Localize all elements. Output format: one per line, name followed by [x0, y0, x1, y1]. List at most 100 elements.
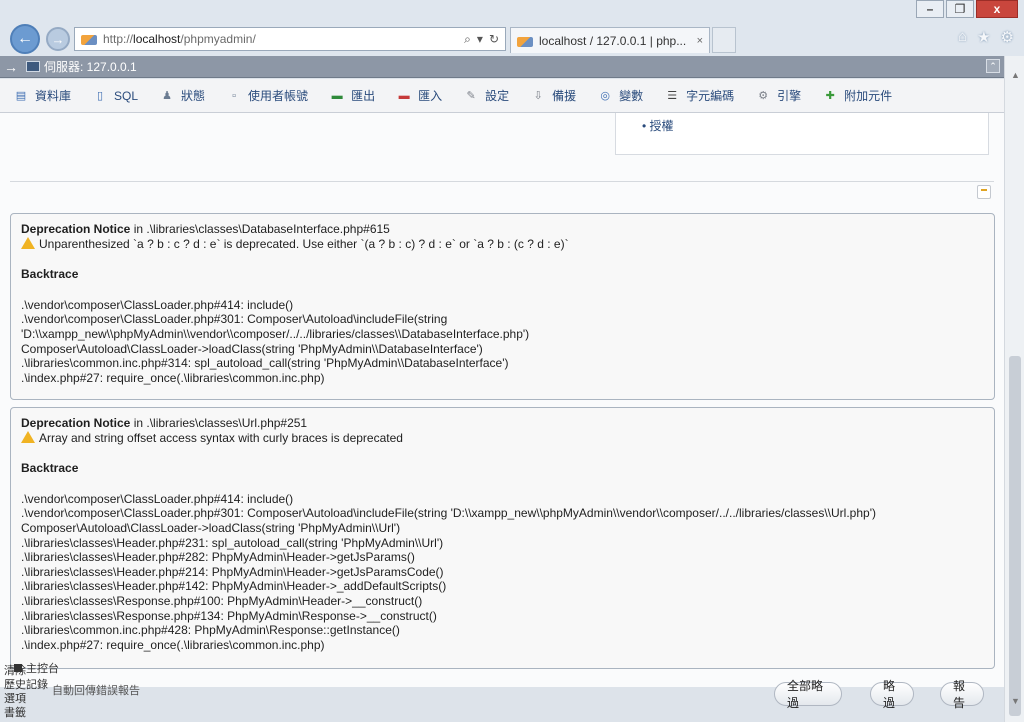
- refresh-icon[interactable]: ↻: [489, 32, 499, 47]
- status-icon: ♟: [162, 90, 172, 102]
- scrollbar-thumb[interactable]: [1009, 356, 1021, 716]
- menu-charsets[interactable]: ☰ 字元編碼: [665, 87, 734, 104]
- menu-label: 變數: [619, 89, 644, 103]
- address-actions: ⌕ ▾ ↻: [464, 32, 499, 47]
- restore-button[interactable]: ❐: [946, 0, 974, 18]
- menu-export[interactable]: ▬ 匯出: [330, 87, 376, 104]
- charset-icon: ☰: [667, 90, 678, 102]
- menu-label: 引擎: [777, 89, 802, 103]
- notice-title: Deprecation Notice in .\libraries\classe…: [21, 416, 308, 430]
- ignore-all-button[interactable]: 全部略過: [774, 679, 842, 710]
- menu-label: 狀態: [181, 89, 206, 103]
- menu-label: 字元編碼: [686, 89, 735, 103]
- search-icon[interactable]: ⌕: [464, 32, 471, 47]
- backtrace-line: .\index.php#27: require_once(.\libraries…: [21, 370, 325, 385]
- phpmyadmin-favicon-icon: [81, 33, 97, 45]
- minimize-button[interactable]: –: [916, 0, 944, 18]
- autosend-checkbox-label[interactable]: 自動回傳錯誤報告: [52, 682, 140, 698]
- ignore-button[interactable]: 略過: [870, 679, 914, 710]
- window-controls: – ❐ x: [914, 0, 1018, 18]
- menu-variables[interactable]: ◎ 變數: [598, 87, 643, 104]
- menu-label: 設定: [485, 89, 510, 103]
- export-icon: ▬: [331, 89, 343, 102]
- variables-icon: ◎: [600, 90, 610, 102]
- users-icon: ▫: [232, 89, 236, 102]
- privileges-link[interactable]: • 授權: [642, 117, 674, 134]
- error-report-footer: 清除 歷史記錄 選項 書籤 主控台 自動回傳錯誤報告 全部略過 略過 報告: [0, 660, 1004, 722]
- server-breadcrumb[interactable]: 伺服器: 127.0.0.1: [44, 58, 137, 75]
- arrow-right-icon: →: [51, 31, 65, 47]
- console-bookmarks[interactable]: 書籤: [4, 706, 48, 720]
- menu-engines[interactable]: ⚙ 引擎: [756, 87, 801, 104]
- sql-icon: ▯: [96, 90, 104, 102]
- notice-message: Array and string offset access syntax wi…: [21, 431, 984, 446]
- divider: [10, 181, 994, 182]
- phpmyadmin-favicon-icon: [517, 35, 533, 47]
- backtrace-list: .\vendor\composer\ClassLoader.php#414: i…: [21, 492, 984, 653]
- deprecation-notice: Deprecation Notice in .\libraries\classe…: [10, 407, 995, 669]
- engines-icon: ⚙: [758, 90, 769, 102]
- browser-toolbar-right: ⌂ ★ ⚙: [958, 28, 1014, 46]
- forward-button[interactable]: →: [46, 27, 70, 51]
- backtrace-line: .\vendor\composer\ClassLoader.php#414: i…: [21, 491, 294, 506]
- plugins-icon: ✚: [825, 90, 835, 102]
- report-button[interactable]: 報告: [940, 679, 984, 710]
- menu-label: 匯出: [351, 89, 376, 103]
- backtrace-line: 'D:\\xampp_new\\phpMyAdmin\\vendor\\comp…: [21, 326, 530, 341]
- deprecation-notice: Deprecation Notice in .\libraries\classe…: [10, 213, 995, 400]
- menu-databases[interactable]: ▤ 資料庫: [14, 87, 71, 104]
- backtrace-line: Composer\Autoload\ClassLoader->loadClass…: [21, 520, 401, 535]
- backtrace-title: Backtrace: [21, 461, 79, 476]
- menu-sql[interactable]: ▯ SQL: [93, 89, 138, 103]
- new-tab-button[interactable]: [712, 27, 736, 53]
- backtrace-line: .\vendor\composer\ClassLoader.php#301: C…: [21, 506, 876, 521]
- console-toggle[interactable]: 主控台: [14, 660, 59, 676]
- browser-tab[interactable]: localhost / 127.0.0.1 | php... ×: [510, 27, 710, 53]
- page-scrollbar[interactable]: ▲ ▼: [1004, 56, 1024, 722]
- warning-icon: [21, 236, 35, 249]
- scroll-up-icon[interactable]: ▲: [1011, 70, 1020, 80]
- console-history[interactable]: 歷史記錄: [4, 678, 48, 692]
- main-menu: ▤ 資料庫 ▯ SQL ♟ 狀態 ▫ 使用者帳號 ▬ 匯出 ▬ 匯入 ✎ 設定 …: [0, 79, 1004, 113]
- backtrace-line: .\vendor\composer\ClassLoader.php#301: C…: [21, 312, 448, 327]
- menu-label: 匯入: [418, 89, 443, 103]
- gear-icon[interactable]: ⚙: [1001, 28, 1014, 46]
- backtrace-line: .\libraries\classes\Response.php#134: Ph…: [21, 608, 437, 623]
- menu-settings[interactable]: ✎ 設定: [464, 87, 509, 104]
- server-breadcrumb-bar: → 伺服器: 127.0.0.1 ⌃: [0, 56, 1004, 78]
- menu-replication[interactable]: ⇩ 備援: [531, 87, 577, 104]
- minimize-panel-icon[interactable]: [977, 185, 991, 199]
- menu-import[interactable]: ▬ 匯入: [397, 87, 443, 104]
- page-content: • 授權 Deprecation Notice in .\libraries\c…: [0, 113, 1004, 687]
- notice-message: Unparenthesized `a ? b : c ? d : e` is d…: [21, 237, 984, 252]
- dropdown-icon[interactable]: ▾: [477, 32, 483, 47]
- console-options-item[interactable]: 選項: [4, 692, 48, 706]
- backtrace-line: .\libraries\classes\Header.php#214: PhpM…: [21, 564, 444, 579]
- warning-icon: [21, 430, 35, 443]
- address-bar[interactable]: http://localhost/phpmyadmin/ ⌕ ▾ ↻: [74, 27, 506, 51]
- home-icon[interactable]: ⌂: [958, 28, 967, 46]
- back-button[interactable]: ←: [10, 24, 40, 54]
- backtrace-title: Backtrace: [21, 267, 79, 282]
- menu-label: 資料庫: [35, 89, 72, 103]
- favorites-star-icon[interactable]: ★: [977, 28, 990, 46]
- collapse-navigation-icon[interactable]: →: [4, 59, 22, 75]
- menu-plugins[interactable]: ✚ 附加元件: [823, 87, 893, 104]
- scroll-down-icon[interactable]: ▼: [1011, 696, 1020, 706]
- close-window-button[interactable]: x: [976, 0, 1018, 18]
- backtrace-line: .\libraries\classes\Response.php#100: Ph…: [21, 593, 423, 608]
- menu-status[interactable]: ♟ 狀態: [160, 87, 205, 104]
- console-label: 主控台: [26, 663, 59, 675]
- backtrace-list: .\vendor\composer\ClassLoader.php#414: i…: [21, 298, 984, 386]
- menu-user-accounts[interactable]: ▫ 使用者帳號: [227, 87, 308, 104]
- backtrace-line: .\libraries\common.inc.php#428: PhpMyAdm…: [21, 623, 400, 638]
- arrow-left-icon: ←: [17, 30, 33, 47]
- scroll-top-icon[interactable]: ⌃: [986, 59, 1000, 73]
- settings-panel: • 授權: [615, 113, 989, 155]
- backtrace-line: Composer\Autoload\ClassLoader->loadClass…: [21, 341, 483, 356]
- notice-title: Deprecation Notice in .\libraries\classe…: [21, 222, 390, 236]
- backtrace-line: .\vendor\composer\ClassLoader.php#414: i…: [21, 297, 294, 312]
- address-url[interactable]: http://localhost/phpmyadmin/: [103, 32, 464, 46]
- import-icon: ▬: [398, 89, 410, 102]
- tab-close-icon[interactable]: ×: [697, 35, 703, 47]
